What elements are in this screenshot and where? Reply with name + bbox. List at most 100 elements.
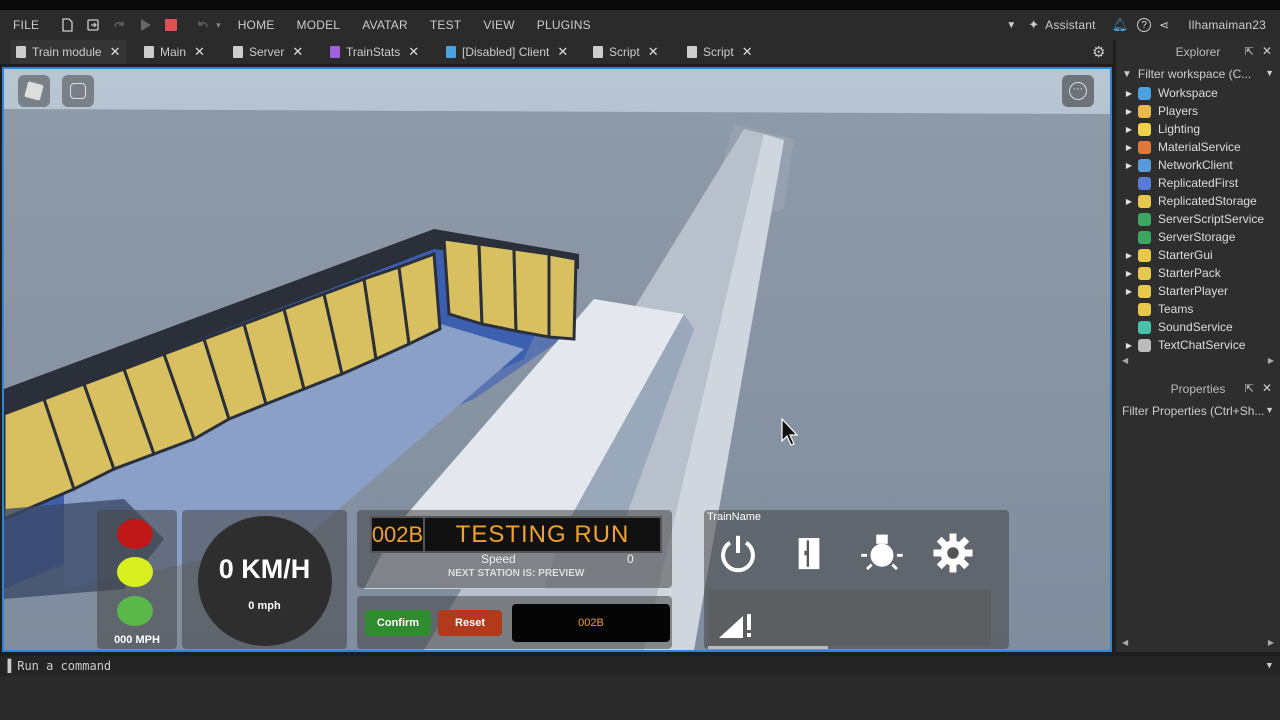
explorer-item[interactable]: ReplicatedFirst	[1116, 174, 1280, 192]
tab-server[interactable]: Server ✕	[233, 40, 303, 64]
properties-filter[interactable]: Filter Properties (Ctrl+Sh... ▼	[1116, 401, 1280, 421]
close-icon[interactable]: ✕	[110, 44, 121, 60]
explorer-item[interactable]: ▶ ReplicatedStorage	[1116, 192, 1280, 210]
redo-icon[interactable]	[112, 18, 126, 32]
expand-arrow-icon[interactable]: ▶	[1122, 161, 1136, 170]
roblox-logo-button[interactable]	[18, 75, 50, 107]
explorer-item[interactable]: SoundService	[1116, 318, 1280, 336]
explorer-item[interactable]: Teams	[1116, 300, 1280, 318]
tab-trainstats[interactable]: TrainStats ✕	[330, 40, 419, 64]
tab-script-1[interactable]: Script ✕	[593, 40, 659, 64]
undo-dropdown-icon[interactable]: ▾	[216, 20, 221, 31]
reset-button[interactable]: Reset	[438, 610, 502, 636]
close-icon[interactable]: ✕	[292, 44, 303, 60]
gear-icon[interactable]: ⚙	[1092, 43, 1105, 61]
confirm-button[interactable]: Confirm	[365, 610, 431, 636]
menu-view[interactable]: VIEW	[483, 18, 514, 32]
more-options-button[interactable]: ⋯	[1062, 75, 1094, 107]
explorer-item[interactable]: ServerStorage	[1116, 228, 1280, 246]
help-icon[interactable]: ?	[1137, 18, 1152, 32]
expand-arrow-icon[interactable]: ▶	[1122, 107, 1136, 116]
close-icon[interactable]: ✕	[1262, 381, 1272, 395]
undock-icon[interactable]: ⇱	[1245, 45, 1254, 58]
destination-display: 002B TESTING RUN	[370, 516, 662, 553]
properties-scrollbar[interactable]: ◀ ▶	[1116, 638, 1280, 650]
explorer-scrollbar[interactable]: ◀ ▶	[1116, 356, 1280, 368]
close-icon[interactable]: ✕	[1262, 44, 1272, 58]
menu-file[interactable]: FILE	[13, 18, 39, 32]
signal-yellow-light	[117, 557, 153, 587]
expand-arrow-icon[interactable]: ▶	[1122, 143, 1136, 152]
explorer-filter[interactable]: ▼ Filter workspace (C... ▼	[1116, 64, 1280, 84]
chat-icon	[70, 83, 86, 99]
service-icon	[1138, 122, 1151, 136]
tab-label: [Disabled] Client	[462, 45, 550, 59]
explorer-item[interactable]: ▶ NetworkClient	[1116, 156, 1280, 174]
new-file-icon[interactable]	[60, 18, 74, 32]
chevron-down-icon[interactable]: ▼	[1267, 661, 1272, 671]
username[interactable]: Ilhamaiman23	[1188, 18, 1266, 32]
properties-filter-input[interactable]: Filter Properties (Ctrl+Sh...	[1122, 404, 1264, 418]
expand-arrow-icon[interactable]: ▶	[1122, 341, 1136, 350]
explorer-item[interactable]: ▶ Players	[1116, 102, 1280, 120]
close-icon[interactable]: ✕	[194, 44, 205, 60]
game-viewport[interactable]: ⋯ 000 MPH 0 KM/H 0 mph 002B TESTING RUN …	[2, 67, 1112, 652]
expand-arrow-icon[interactable]: ▶	[1122, 269, 1136, 278]
chevron-down-icon[interactable]: ▼	[1265, 68, 1274, 78]
train-id-input[interactable]: 002B	[512, 604, 670, 642]
share-icon[interactable]: ⋖	[1159, 18, 1169, 32]
notification-icon[interactable]: 🔔︎	[1112, 17, 1129, 33]
close-icon[interactable]: ✕	[557, 44, 568, 60]
script-icon	[687, 46, 697, 58]
tab-script-2[interactable]: Script ✕	[687, 40, 753, 64]
script-icon	[144, 46, 154, 58]
stop-icon[interactable]	[164, 18, 178, 32]
command-input[interactable]: Run a command	[17, 659, 111, 673]
menu-model[interactable]: MODEL	[297, 18, 341, 32]
expand-arrow-icon[interactable]: ▶	[1122, 251, 1136, 260]
command-bar[interactable]: ▐ Run a command ▼	[0, 656, 1280, 676]
explorer-item[interactable]: ▶ StarterPlayer	[1116, 282, 1280, 300]
expand-arrow-icon[interactable]: ▶	[1122, 125, 1136, 134]
explorer-item[interactable]: ▶ Lighting	[1116, 120, 1280, 138]
chat-button[interactable]	[62, 75, 94, 107]
explorer-filter-input[interactable]: Filter workspace (C...	[1138, 67, 1251, 81]
explorer-item[interactable]: ▶ StarterPack	[1116, 264, 1280, 282]
menu-plugins[interactable]: PLUGINS	[537, 18, 591, 32]
undo-icon[interactable]	[196, 18, 210, 32]
tab-main[interactable]: Main ✕	[144, 40, 205, 64]
assistant-button[interactable]: Assistant	[1045, 18, 1096, 32]
explorer-item[interactable]: ServerScriptService	[1116, 210, 1280, 228]
menu-avatar[interactable]: AVATAR	[362, 18, 408, 32]
close-icon[interactable]: ✕	[648, 44, 659, 60]
tab-disabled-client[interactable]: [Disabled] Client ✕	[446, 40, 568, 64]
destination-text: TESTING RUN	[455, 520, 630, 548]
tab-train-module[interactable]: Train module ✕	[10, 40, 127, 64]
scrollbar[interactable]	[708, 646, 828, 649]
destination-panel: 002B TESTING RUN Speed 0 NEXT STATION IS…	[357, 510, 672, 588]
power-icon[interactable]	[715, 530, 761, 576]
expand-arrow-icon[interactable]: ▶	[1122, 197, 1136, 206]
signal-green-light	[117, 596, 153, 626]
settings-gear-icon[interactable]	[927, 530, 979, 576]
menu-home[interactable]: HOME	[238, 18, 275, 32]
export-icon[interactable]	[86, 18, 100, 32]
play-icon[interactable]	[138, 18, 152, 32]
explorer-item[interactable]: ▶ TextChatService	[1116, 336, 1280, 354]
speed-kmh: 0 KM/H	[218, 554, 311, 584]
speed-label: Speed	[481, 552, 516, 566]
explorer-item[interactable]: ▶ StarterGui	[1116, 246, 1280, 264]
explorer-item[interactable]: ▶ Workspace	[1116, 84, 1280, 102]
chevron-down-icon[interactable]: ▼	[1006, 20, 1016, 31]
service-icon	[1138, 176, 1151, 190]
expand-arrow-icon[interactable]: ▶	[1122, 287, 1136, 296]
undock-icon[interactable]: ⇱	[1245, 382, 1254, 395]
close-icon[interactable]: ✕	[408, 44, 419, 60]
close-icon[interactable]: ✕	[742, 44, 753, 60]
headlight-icon[interactable]	[856, 530, 908, 576]
chevron-down-icon[interactable]: ▼	[1265, 405, 1274, 415]
door-icon[interactable]	[786, 530, 832, 576]
explorer-item[interactable]: ▶ MaterialService	[1116, 138, 1280, 156]
menu-test[interactable]: TEST	[430, 18, 461, 32]
expand-arrow-icon[interactable]: ▶	[1122, 89, 1136, 98]
